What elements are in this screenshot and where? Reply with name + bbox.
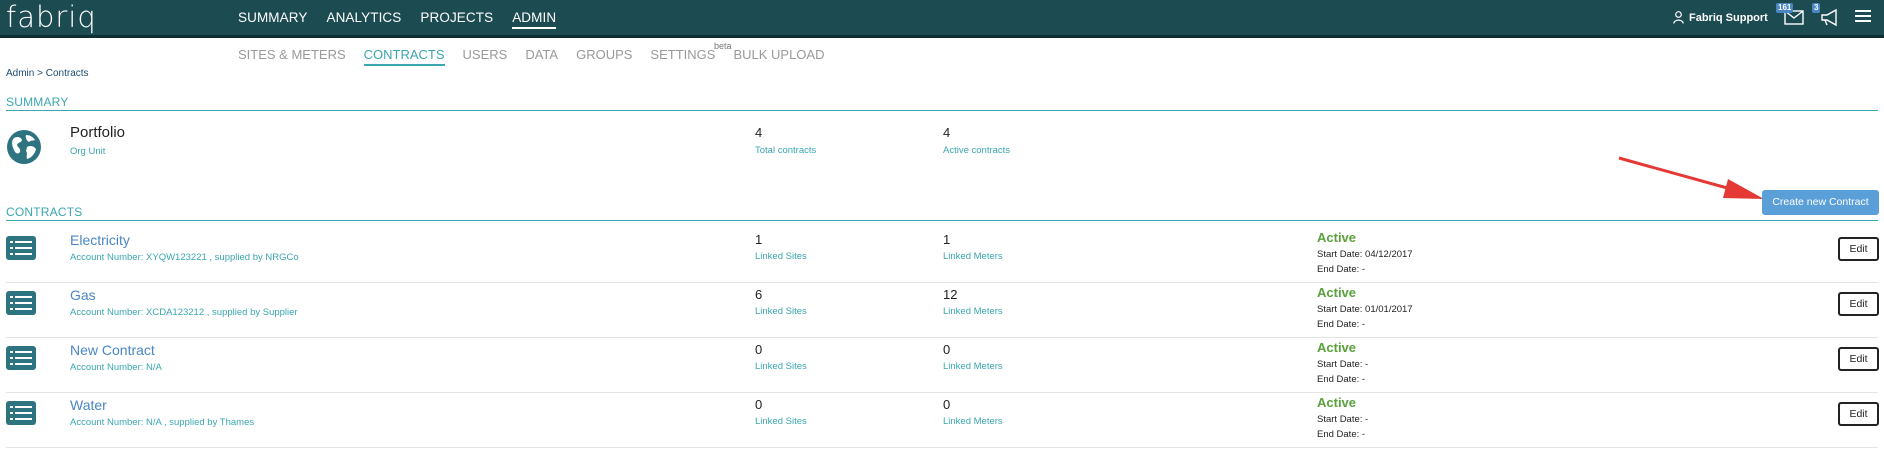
edit-button[interactable]: Edit: [1838, 347, 1879, 371]
summary-name: Portfolio: [70, 124, 126, 141]
contract-account: Account Number: N/A: [70, 362, 162, 373]
active-contracts-label: Active contracts: [943, 145, 1011, 156]
main-nav: SUMMARY ANALYTICS PROJECTS ADMIN: [238, 0, 575, 35]
status-badge: Active: [1317, 230, 1357, 245]
summary-section-title: SUMMARY: [6, 95, 69, 109]
tab-users[interactable]: USERS: [463, 47, 508, 63]
tab-groups[interactable]: GROUPS: [576, 47, 632, 63]
linked-sites-label: Linked Sites: [755, 361, 807, 372]
start-date: Start Date: 01/01/2017: [1317, 304, 1413, 315]
end-date: End Date: -: [1317, 319, 1366, 330]
beta-label: beta: [714, 41, 732, 51]
edit-button[interactable]: Edit: [1838, 402, 1879, 426]
announcements-badge: 3: [1812, 3, 1821, 13]
linked-meters-label: Linked Meters: [943, 361, 1003, 372]
linked-sites-value: 1: [755, 232, 763, 247]
active-contracts-value: 4: [943, 125, 951, 140]
contract-account: Account Number: N/A , supplied by Thames: [70, 417, 255, 428]
tab-contracts[interactable]: CONTRACTS: [363, 47, 445, 66]
linked-sites-value: 0: [755, 342, 763, 357]
user-icon: [1673, 11, 1684, 24]
messages-button[interactable]: 161: [1776, 3, 1806, 28]
table-row: Water Account Number: N/A , supplied by …: [6, 393, 1879, 448]
top-bar: fabriq SUMMARY ANALYTICS PROJECTS ADMIN …: [0, 0, 1884, 38]
tab-data[interactable]: DATA: [525, 47, 558, 63]
tab-bulk-upload[interactable]: BULK UPLOAD: [733, 47, 824, 63]
breadcrumb: Admin > Contracts: [6, 68, 89, 79]
nav-admin[interactable]: ADMIN: [512, 0, 557, 35]
contract-name-link[interactable]: Electricity: [70, 232, 130, 248]
list-icon: [6, 346, 36, 370]
linked-sites-label: Linked Sites: [755, 416, 807, 427]
megaphone-icon: [1821, 8, 1837, 27]
linked-meters-label: Linked Meters: [943, 416, 1003, 427]
linked-meters-value: 1: [943, 232, 951, 247]
list-icon: [6, 291, 36, 315]
start-date: Start Date: -: [1317, 414, 1369, 425]
status-badge: Active: [1317, 285, 1357, 300]
announcements-button[interactable]: 3: [1812, 3, 1842, 28]
contract-name-link[interactable]: Water: [70, 397, 107, 413]
table-row: Gas Account Number: XCDA123212 , supplie…: [6, 283, 1879, 338]
linked-meters-value: 0: [943, 397, 951, 412]
summary-type: Org Unit: [70, 146, 106, 157]
admin-subnav: SITES & METERS CONTRACTS USERS DATA GROU…: [238, 47, 842, 66]
table-row: Electricity Account Number: XYQW123221 ,…: [6, 228, 1879, 283]
globe-icon: [7, 130, 41, 164]
contract-name-link[interactable]: Gas: [70, 287, 96, 303]
create-new-contract-button[interactable]: Create new Contract: [1762, 190, 1879, 215]
contract-account: Account Number: XCDA123212 , supplied by…: [70, 307, 298, 318]
summary-divider: [6, 110, 1878, 111]
tab-sites-meters[interactable]: SITES & METERS: [238, 47, 346, 63]
linked-sites-label: Linked Sites: [755, 251, 807, 262]
contracts-divider: [6, 220, 1878, 221]
total-contracts-label: Total contracts: [755, 145, 817, 156]
nav-summary[interactable]: SUMMARY: [238, 0, 307, 35]
total-contracts-value: 4: [755, 125, 763, 140]
linked-sites-value: 6: [755, 287, 763, 302]
linked-meters-value: 12: [943, 287, 958, 302]
annotation-arrow: [1618, 156, 1764, 199]
linked-sites-label: Linked Sites: [755, 306, 807, 317]
linked-meters-label: Linked Meters: [943, 306, 1003, 317]
contract-name-link[interactable]: New Contract: [70, 342, 155, 358]
hamburger-icon: [1855, 10, 1871, 22]
start-date: Start Date: -: [1317, 359, 1369, 370]
messages-badge: 161: [1776, 3, 1794, 13]
contract-account: Account Number: XYQW123221 , supplied by…: [70, 252, 299, 263]
list-icon: [6, 236, 36, 260]
status-badge: Active: [1317, 340, 1357, 355]
table-row: New Contract Account Number: N/A 0 Linke…: [6, 338, 1879, 393]
edit-button[interactable]: Edit: [1838, 292, 1879, 316]
user-menu[interactable]: Fabriq Support: [1673, 0, 1768, 35]
user-name: Fabriq Support: [1689, 11, 1768, 24]
end-date: End Date: -: [1317, 374, 1366, 385]
start-date: Start Date: 04/12/2017: [1317, 249, 1413, 260]
linked-meters-label: Linked Meters: [943, 251, 1003, 262]
edit-button[interactable]: Edit: [1838, 237, 1879, 261]
tab-settings[interactable]: SETTINGS: [650, 47, 715, 63]
linked-meters-value: 0: [943, 342, 951, 357]
fabriq-logo[interactable]: fabriq: [6, 2, 97, 32]
list-icon: [6, 401, 36, 425]
linked-sites-value: 0: [755, 397, 763, 412]
status-badge: Active: [1317, 395, 1357, 410]
nav-projects[interactable]: PROJECTS: [420, 0, 493, 35]
end-date: End Date: -: [1317, 429, 1366, 440]
nav-analytics[interactable]: ANALYTICS: [326, 0, 401, 35]
contracts-section-title: CONTRACTS: [6, 205, 83, 219]
end-date: End Date: -: [1317, 264, 1366, 275]
menu-button[interactable]: [1855, 9, 1879, 31]
